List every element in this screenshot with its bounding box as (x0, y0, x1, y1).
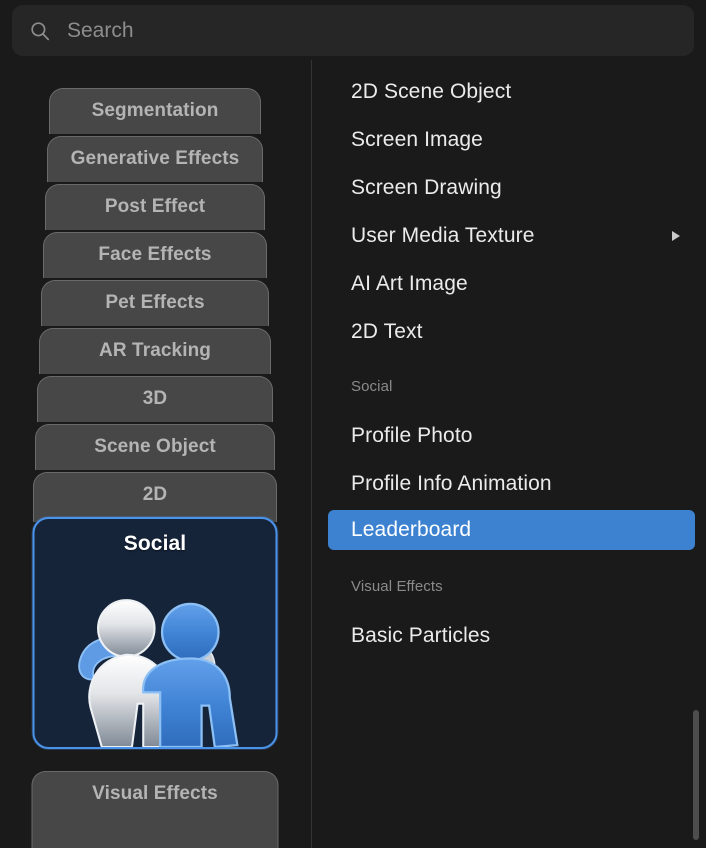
sidebar-card-scene-object[interactable]: Scene Object (0, 424, 310, 470)
menu-item-label: Screen Drawing (351, 176, 502, 199)
sidebar-card-2d[interactable]: 2D (0, 472, 310, 522)
sidebar-card-ar-tracking[interactable]: AR Tracking (0, 328, 310, 374)
menu-item-label: Leaderboard (351, 518, 472, 541)
sidebar-card-plate: Pet Effects (41, 280, 269, 326)
menu-item-label: AI Art Image (351, 272, 468, 295)
menu-item-profile-photo[interactable]: Profile Photo (328, 416, 695, 456)
sidebar-card-plate: Visual Effects (31, 771, 279, 848)
sidebar-card-post-effect[interactable]: Post Effect (0, 184, 310, 230)
sidebar-card-plate: AR Tracking (39, 328, 271, 374)
menu-item-label: 2D Scene Object (351, 80, 512, 103)
submenu-arrow-icon (671, 230, 681, 242)
menu-item-profile-info-animation[interactable]: Profile Info Animation (328, 464, 695, 504)
sidebar-card-label: Post Effect (104, 196, 206, 217)
sidebar-card-label: Visual Effects (92, 783, 218, 804)
menu-item-label: User Media Texture (351, 224, 535, 247)
sidebar-card-plate: 2D (33, 472, 277, 522)
menu-item-label: Profile Info Animation (351, 472, 552, 495)
sidebar-card-plate: Post Effect (45, 184, 265, 230)
sidebar-card-label: 3D (142, 388, 168, 409)
menu-scrollbar-thumb[interactable] (693, 710, 699, 840)
menu-item-basic-particles[interactable]: Basic Particles (328, 616, 695, 656)
sidebar-card-pet-effects[interactable]: Pet Effects (0, 280, 310, 326)
two-people-icon (35, 587, 276, 747)
sidebar-card-visual-effects[interactable]: Visual Effects (0, 771, 310, 848)
search-input[interactable] (67, 15, 694, 46)
menu-item-2d-scene-object[interactable]: 2D Scene Object (328, 72, 695, 112)
menu-item-leaderboard[interactable]: Leaderboard (328, 510, 695, 550)
sidebar-card-plate: 3D (37, 376, 273, 422)
menu-item-label: Screen Image (351, 128, 483, 151)
sidebar-card-plate: Face Effects (43, 232, 267, 278)
sidebar-card-plate: Segmentation (49, 88, 261, 134)
sidebar-card-plate: Generative Effects (47, 136, 263, 182)
asset-menu-list: 2D Scene Object Screen Image Screen Drawin… (312, 60, 706, 848)
sidebar-card-plate: Social (32, 517, 278, 749)
search-bar[interactable] (12, 5, 694, 56)
menu-item-label: Profile Photo (351, 424, 473, 447)
sidebar-card-label: AR Tracking (99, 340, 211, 361)
menu-item-2d-text[interactable]: 2D Text (328, 312, 695, 352)
menu-item-user-media-texture[interactable]: User Media Texture (328, 216, 695, 256)
asset-browser-window: Segmentation Generative Effects Post Effec… (0, 0, 706, 848)
menu-section-social: Social (351, 378, 393, 395)
menu-item-label: 2D Text (351, 320, 423, 343)
sidebar-card-label: 2D (142, 484, 168, 505)
menu-section-visual-effects: Visual Effects (351, 578, 443, 595)
sidebar-card-segmentation[interactable]: Segmentation (0, 88, 310, 134)
menu-item-ai-art-image[interactable]: AI Art Image (328, 264, 695, 304)
category-card-stack: Segmentation Generative Effects Post Effec… (0, 60, 310, 848)
menu-item-screen-image[interactable]: Screen Image (328, 120, 695, 160)
sidebar-card-label: Scene Object (94, 436, 216, 457)
sidebar-card-label: Generative Effects (70, 148, 240, 169)
menu-item-label: Basic Particles (351, 624, 491, 647)
sidebar-card-plate: Scene Object (35, 424, 275, 470)
search-icon (30, 21, 50, 41)
sidebar-card-face-effects[interactable]: Face Effects (0, 232, 310, 278)
particle-sphere-icon (33, 818, 278, 848)
sidebar-card-social[interactable]: Social (0, 517, 310, 749)
sidebar-card-label: Pet Effects (105, 292, 205, 313)
sidebar-card-label: Segmentation (91, 100, 219, 121)
sidebar-card-label: Face Effects (98, 244, 212, 265)
sidebar-card-label: Social (123, 532, 187, 555)
sidebar-card-generative-effects[interactable]: Generative Effects (0, 136, 310, 182)
sidebar-card-3d[interactable]: 3D (0, 376, 310, 422)
menu-item-screen-drawing[interactable]: Screen Drawing (328, 168, 695, 208)
